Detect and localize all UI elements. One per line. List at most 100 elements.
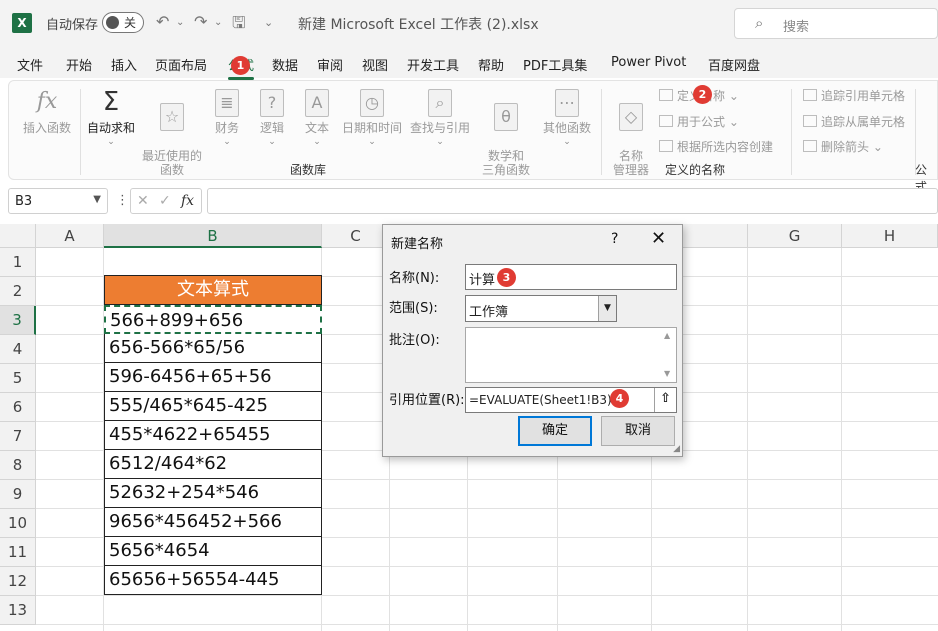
name-box[interactable]: B3 ▼ bbox=[8, 188, 108, 214]
cell-b9[interactable]: 52632+254*546 bbox=[104, 479, 322, 508]
financial-label: 财务 bbox=[214, 121, 239, 135]
scope-select[interactable]: 工作簿 ▼ bbox=[465, 295, 617, 322]
row-header-12[interactable]: 12 bbox=[0, 567, 36, 596]
row-header-2[interactable]: 2 bbox=[0, 277, 36, 306]
step-badge-1: 1 bbox=[231, 56, 250, 75]
cell-b10[interactable]: 9656*456452+566 bbox=[104, 508, 322, 537]
select-all-corner[interactable] bbox=[0, 224, 36, 248]
trace-dependents-button[interactable]: 追踪从属单元格 bbox=[803, 113, 905, 130]
column-header-g[interactable]: G bbox=[748, 224, 842, 248]
autosave-toggle[interactable]: 关 bbox=[102, 12, 144, 33]
tab-data[interactable]: 数据 bbox=[272, 55, 298, 74]
chevron-down-icon: ⌄ bbox=[368, 137, 376, 147]
chevron-down-icon: ⌄ bbox=[313, 137, 321, 147]
tab-view[interactable]: 视图 bbox=[362, 55, 388, 74]
row-header-3[interactable]: 3 bbox=[0, 306, 36, 335]
remove-arrows-button[interactable]: 删除箭头 ⌄ bbox=[803, 138, 883, 155]
tab-pdf-tools[interactable]: PDF工具集 bbox=[523, 55, 587, 74]
lookup-button[interactable]: ⌕ 查找与引用 ⌄ bbox=[405, 89, 475, 149]
tab-review[interactable]: 审阅 bbox=[317, 55, 343, 74]
new-name-dialog: 新建名称 ? ✕ 名称(N): 计算 3 范围(S): 工作簿 ▼ 批注(O):… bbox=[382, 224, 683, 457]
ok-button[interactable]: 确定 bbox=[518, 416, 592, 446]
remove-arrows-icon bbox=[803, 140, 817, 152]
customize-toolbar-icon[interactable]: ⌄ bbox=[264, 16, 273, 29]
scroll-up-icon[interactable]: ▲ bbox=[664, 331, 670, 340]
redo-icon[interactable]: ↷ bbox=[194, 12, 207, 31]
cell-b4[interactable]: 656-566*65/56 bbox=[104, 334, 322, 363]
formula-input[interactable] bbox=[207, 188, 938, 214]
scroll-down-icon[interactable]: ▼ bbox=[664, 369, 670, 378]
close-icon[interactable]: ✕ bbox=[651, 228, 666, 249]
cell-b7[interactable]: 455*4622+65455 bbox=[104, 421, 322, 450]
chevron-down-icon: ▼ bbox=[598, 296, 616, 321]
insert-function-button[interactable]: fx 插入函数 bbox=[19, 89, 75, 135]
text-a-icon: A bbox=[305, 89, 329, 117]
tab-baidu-netdisk[interactable]: 百度网盘 bbox=[708, 55, 760, 74]
search-box[interactable]: ⌕ 搜索 bbox=[734, 8, 938, 39]
gridline bbox=[36, 624, 938, 625]
column-header-h[interactable]: H bbox=[842, 224, 938, 248]
insert-function-fx-icon[interactable]: fx bbox=[181, 193, 194, 209]
cell-b2-header[interactable]: 文本算式 bbox=[104, 275, 322, 305]
text-functions-button[interactable]: A 文本 ⌄ bbox=[297, 89, 337, 149]
logical-button[interactable]: ? 逻辑 ⌄ bbox=[252, 89, 292, 149]
more-functions-button[interactable]: ⋯ 其他函数 ⌄ bbox=[539, 89, 595, 149]
fx-icon: fx bbox=[36, 89, 58, 114]
more-vertical-icon[interactable]: ⋮ bbox=[116, 193, 129, 208]
column-header-a[interactable]: A bbox=[36, 224, 104, 248]
row-header-11[interactable]: 11 bbox=[0, 538, 36, 567]
undo-icon[interactable]: ↶ bbox=[156, 12, 169, 31]
help-icon[interactable]: ? bbox=[611, 231, 618, 247]
cell-b3-selected[interactable]: 566+899+656 bbox=[104, 305, 322, 334]
row-header-4[interactable]: 4 bbox=[0, 335, 36, 364]
tab-developer[interactable]: 开发工具 bbox=[407, 55, 459, 74]
save-icon[interactable]: 🖫 bbox=[232, 12, 246, 39]
chevron-down-icon: ⌄ bbox=[223, 137, 231, 147]
row-header-5[interactable]: 5 bbox=[0, 364, 36, 393]
create-from-selection-button[interactable]: 根据所选内容创建 bbox=[659, 138, 773, 155]
cell-b5[interactable]: 596-6456+65+56 bbox=[104, 363, 322, 392]
refers-to-input[interactable]: =EVALUATE(Sheet1!B3) ⇧ bbox=[465, 387, 677, 413]
math-trig-button[interactable]: θ 数学和 三角函数 bbox=[475, 89, 537, 177]
gridline bbox=[747, 248, 748, 631]
tab-file[interactable]: 文件 bbox=[17, 55, 43, 74]
resize-grip-icon[interactable]: ◢ bbox=[673, 444, 680, 454]
chevron-down-icon: ▼ bbox=[93, 194, 101, 205]
row-header-6[interactable]: 6 bbox=[0, 393, 36, 422]
row-header-7[interactable]: 7 bbox=[0, 422, 36, 451]
row-header-10[interactable]: 10 bbox=[0, 509, 36, 538]
cancel-button[interactable]: 取消 bbox=[601, 416, 675, 446]
autosum-button[interactable]: Σ 自动求和 ⌄ bbox=[85, 89, 137, 149]
financial-button[interactable]: ≣ 财务 ⌄ bbox=[207, 89, 247, 149]
column-header-c[interactable]: C bbox=[322, 224, 390, 248]
redo-dropdown-icon[interactable]: ⌄ bbox=[214, 17, 222, 28]
column-header-b[interactable]: B bbox=[104, 224, 322, 248]
collapse-dialog-icon[interactable]: ⇧ bbox=[654, 388, 676, 412]
comment-scrollbar[interactable]: ▲ ▼ bbox=[661, 329, 675, 381]
tab-insert[interactable]: 插入 bbox=[111, 55, 137, 74]
cell-b11[interactable]: 5656*4654 bbox=[104, 537, 322, 566]
undo-dropdown-icon[interactable]: ⌄ bbox=[176, 17, 184, 28]
document-title[interactable]: 新建 Microsoft Excel 工作表 (2).xlsx bbox=[298, 14, 539, 34]
tab-home[interactable]: 开始 bbox=[66, 55, 92, 74]
row-header-13[interactable]: 13 bbox=[0, 596, 36, 625]
use-in-formula-button[interactable]: 用于公式 ⌄ bbox=[659, 113, 739, 130]
tab-page-layout[interactable]: 页面布局 bbox=[155, 55, 207, 74]
row-header-8[interactable]: 8 bbox=[0, 451, 36, 480]
cell-b12[interactable]: 65656+56554-445 bbox=[104, 566, 322, 595]
cell-b8[interactable]: 6512/464*62 bbox=[104, 450, 322, 479]
datetime-button[interactable]: ◷ 日期和时间 ⌄ bbox=[339, 89, 405, 149]
row-header-1[interactable]: 1 bbox=[0, 248, 36, 277]
recent-functions-label: 最近使用的 函数 bbox=[141, 149, 202, 177]
comment-textarea[interactable]: ▲ ▼ bbox=[465, 327, 677, 383]
name-manager-button[interactable]: ◇ 名称 管理器 bbox=[609, 89, 653, 177]
cancel-entry-icon[interactable]: ✕ bbox=[137, 193, 149, 209]
confirm-entry-icon[interactable]: ✓ bbox=[159, 193, 171, 209]
cell-b6[interactable]: 555/465*645-425 bbox=[104, 392, 322, 421]
database-icon: ≣ bbox=[215, 89, 239, 117]
tab-power-pivot[interactable]: Power Pivot bbox=[611, 55, 686, 70]
recent-functions-button[interactable]: ☆ 最近使用的 函数 bbox=[141, 89, 203, 177]
row-header-9[interactable]: 9 bbox=[0, 480, 36, 509]
trace-precedents-button[interactable]: 追踪引用单元格 bbox=[803, 87, 905, 104]
tab-help[interactable]: 帮助 bbox=[478, 55, 504, 74]
